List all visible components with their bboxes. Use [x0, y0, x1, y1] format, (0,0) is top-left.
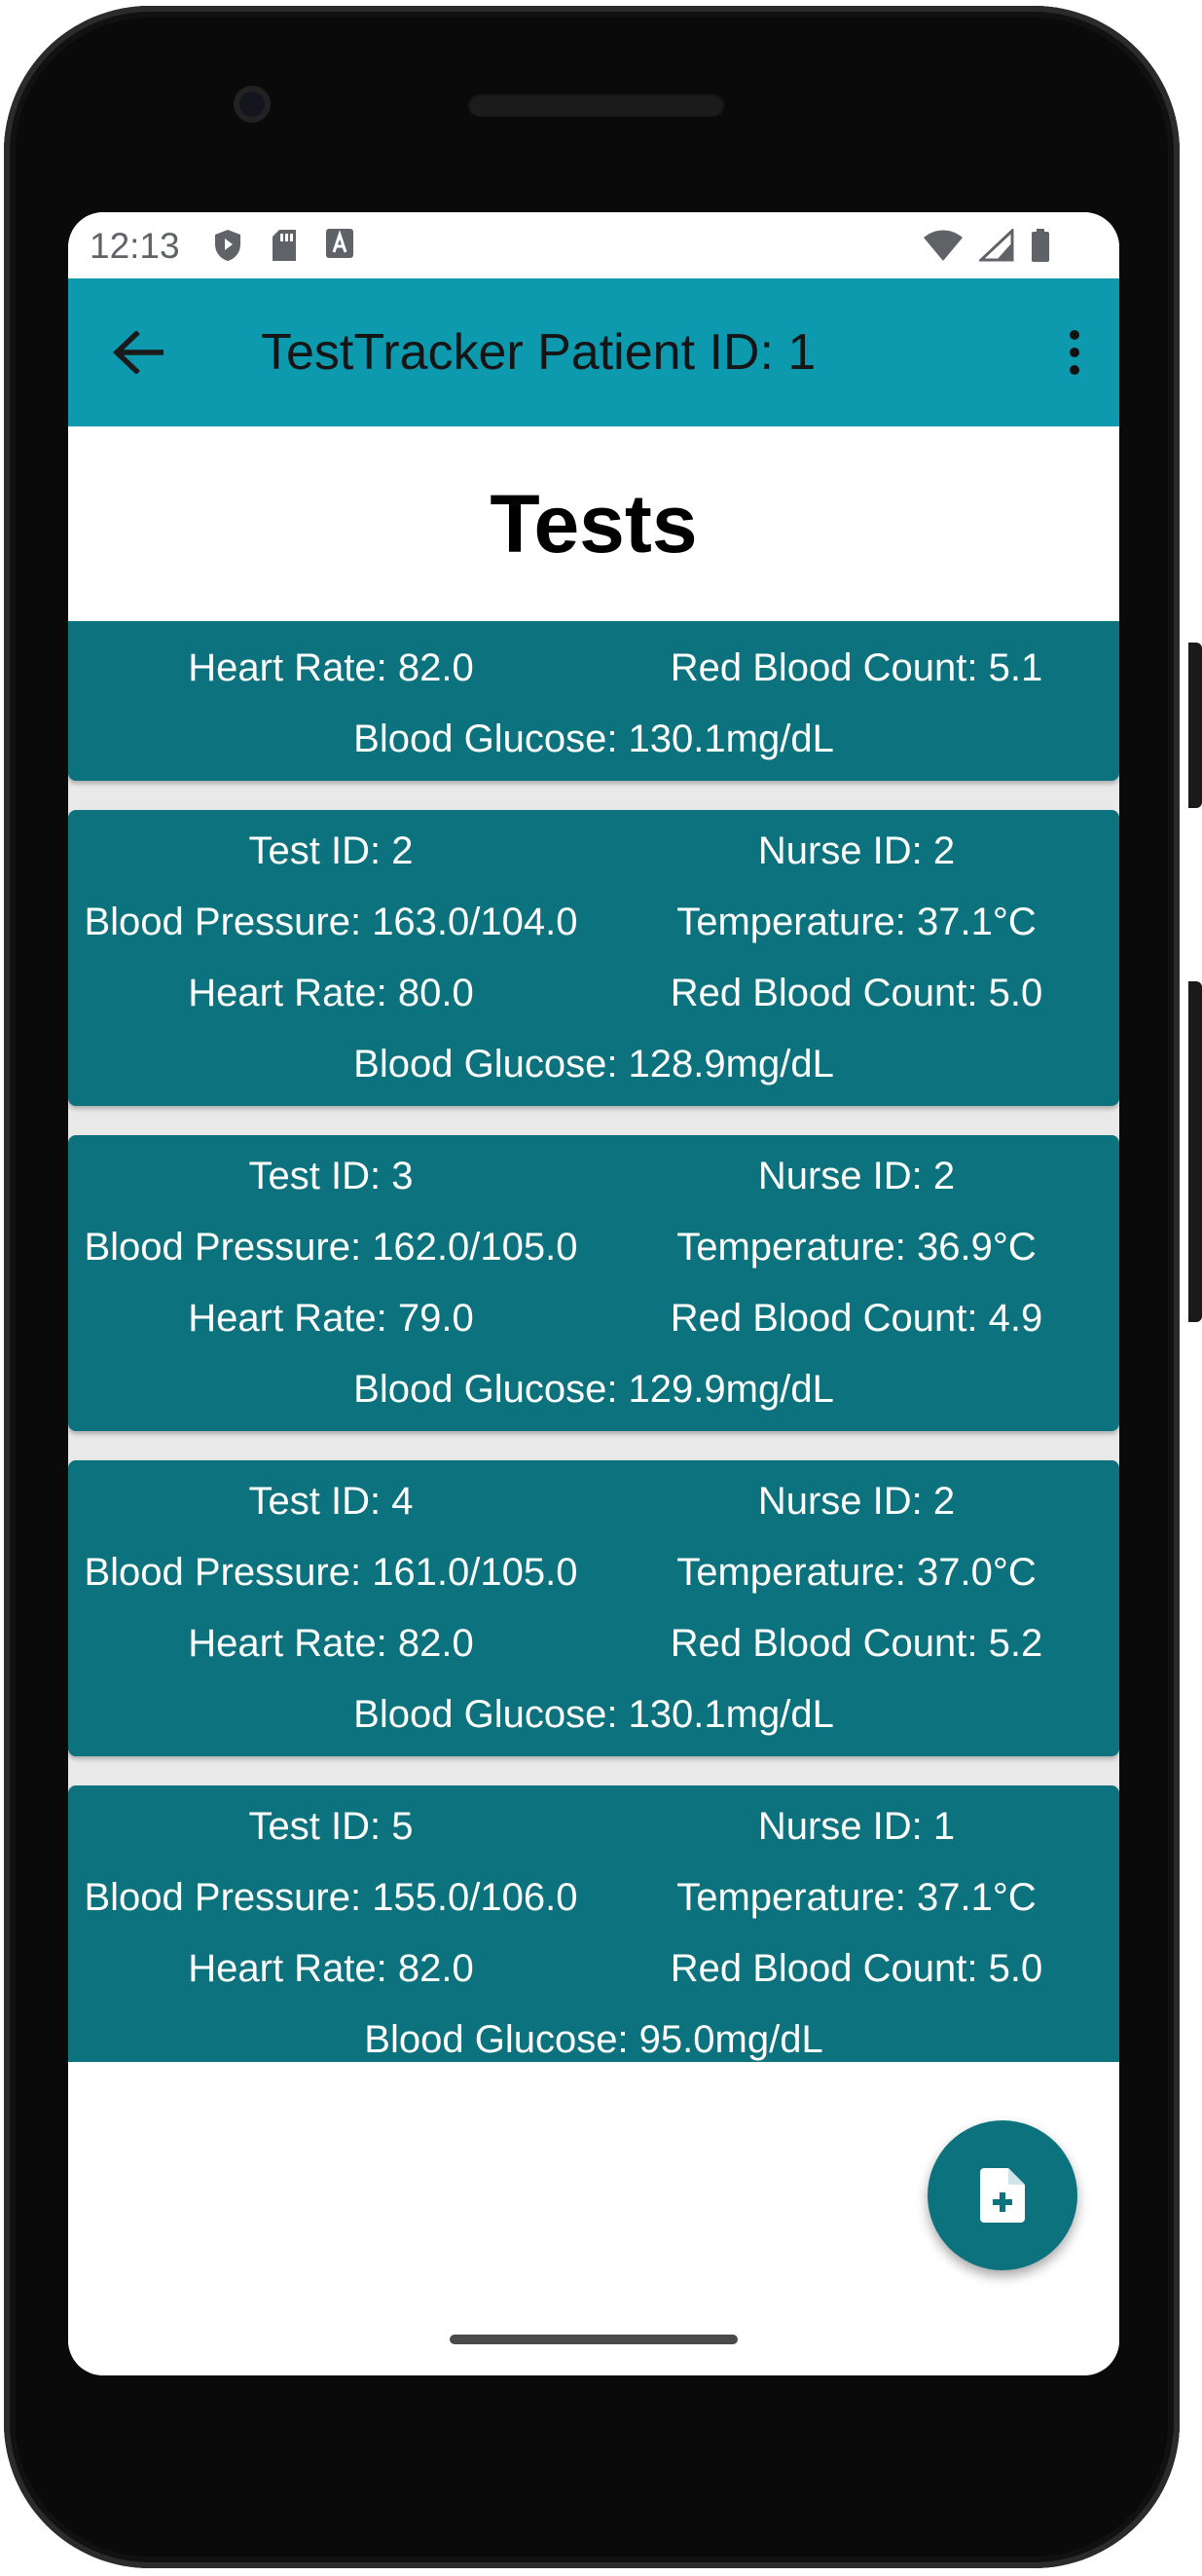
- home-indicator[interactable]: [450, 2335, 738, 2344]
- blood-glucose: Blood Glucose: 130.1mg/dL: [353, 1693, 834, 1736]
- volume-button: [1188, 981, 1202, 1322]
- heart-rate: Heart Rate: 82.0: [188, 646, 474, 689]
- note-add-icon: [980, 2168, 1025, 2223]
- test-id: Test ID: 4: [248, 1480, 414, 1523]
- test-id: Test ID: 2: [248, 829, 414, 872]
- test-card[interactable]: Test ID: 2 Nurse ID: 2 Blood Pressure: 1…: [68, 810, 1119, 1106]
- front-camera: [234, 86, 271, 123]
- test-id: Test ID: 3: [248, 1155, 414, 1197]
- more-vert-icon: [1070, 330, 1079, 340]
- shield-icon: [215, 230, 240, 261]
- blood-pressure: Blood Pressure: 155.0/106.0: [84, 1876, 578, 1919]
- tests-list[interactable]: Heart Rate: 82.0 Red Blood Count: 5.1 Bl…: [68, 621, 1119, 2062]
- overflow-menu-button[interactable]: [1055, 321, 1094, 384]
- cellular-signal-icon: [979, 229, 1014, 262]
- screen: 12:13 TestTracker Patient ID: 1 Tests He…: [68, 212, 1119, 2375]
- add-test-fab[interactable]: [928, 2120, 1077, 2270]
- blood-pressure: Blood Pressure: 162.0/105.0: [84, 1226, 578, 1269]
- heart-rate: Heart Rate: 80.0: [188, 972, 474, 1014]
- blood-glucose: Blood Glucose: 129.9mg/dL: [353, 1368, 834, 1411]
- blood-glucose: Blood Glucose: 130.1mg/dL: [353, 718, 834, 760]
- nurse-id: Nurse ID: 1: [757, 1805, 956, 1848]
- arrow-back-icon: [113, 331, 164, 374]
- blood-pressure: Blood Pressure: 163.0/104.0: [84, 901, 578, 943]
- test-card[interactable]: Test ID: 5 Nurse ID: 1 Blood Pressure: 1…: [68, 1785, 1119, 2062]
- temperature: Temperature: 36.9°C: [676, 1226, 1037, 1269]
- sd-card-icon: [273, 230, 296, 261]
- nurse-id: Nurse ID: 2: [757, 829, 956, 872]
- text-a-icon: [326, 229, 353, 258]
- test-card[interactable]: Heart Rate: 82.0 Red Blood Count: 5.1 Bl…: [68, 621, 1119, 781]
- app-title: TestTracker Patient ID: 1: [261, 324, 817, 381]
- earpiece-speaker: [467, 92, 725, 117]
- heart-rate: Heart Rate: 82.0: [188, 1947, 474, 1990]
- phone-device: 12:13 TestTracker Patient ID: 1 Tests He…: [0, 0, 1202, 2576]
- test-card[interactable]: Test ID: 4 Nurse ID: 2 Blood Pressure: 1…: [68, 1460, 1119, 1756]
- blood-glucose: Blood Glucose: 95.0mg/dL: [364, 2018, 823, 2061]
- test-id: Test ID: 5: [248, 1805, 414, 1848]
- red-blood-count: Red Blood Count: 5.2: [670, 1622, 1043, 1665]
- notification-icons: [212, 228, 354, 263]
- blood-glucose: Blood Glucose: 128.9mg/dL: [353, 1043, 834, 1086]
- battery-icon: [1032, 229, 1049, 262]
- page-title: Tests: [490, 477, 698, 570]
- heart-rate: Heart Rate: 82.0: [188, 1622, 474, 1665]
- status-time: 12:13: [90, 226, 180, 266]
- nurse-id: Nurse ID: 2: [757, 1155, 956, 1197]
- red-blood-count: Red Blood Count: 4.9: [670, 1297, 1043, 1340]
- tests-list-content: Heart Rate: 82.0 Red Blood Count: 5.1 Bl…: [68, 621, 1119, 2062]
- heart-rate: Heart Rate: 79.0: [188, 1297, 474, 1340]
- red-blood-count: Red Blood Count: 5.0: [670, 972, 1043, 1014]
- blood-pressure: Blood Pressure: 161.0/105.0: [84, 1551, 578, 1594]
- red-blood-count: Red Blood Count: 5.1: [670, 646, 1043, 689]
- wifi-icon: [924, 230, 963, 261]
- temperature: Temperature: 37.1°C: [676, 901, 1037, 943]
- back-button[interactable]: [107, 321, 169, 384]
- power-button: [1188, 643, 1202, 808]
- temperature: Temperature: 37.0°C: [676, 1551, 1037, 1594]
- red-blood-count: Red Blood Count: 5.0: [670, 1947, 1043, 1990]
- status-bar: 12:13: [68, 212, 1119, 278]
- test-card[interactable]: Test ID: 3 Nurse ID: 2 Blood Pressure: 1…: [68, 1135, 1119, 1431]
- temperature: Temperature: 37.1°C: [676, 1876, 1037, 1919]
- app-bar: TestTracker Patient ID: 1: [68, 278, 1119, 426]
- nurse-id: Nurse ID: 2: [757, 1480, 956, 1523]
- system-icons: [923, 228, 1051, 263]
